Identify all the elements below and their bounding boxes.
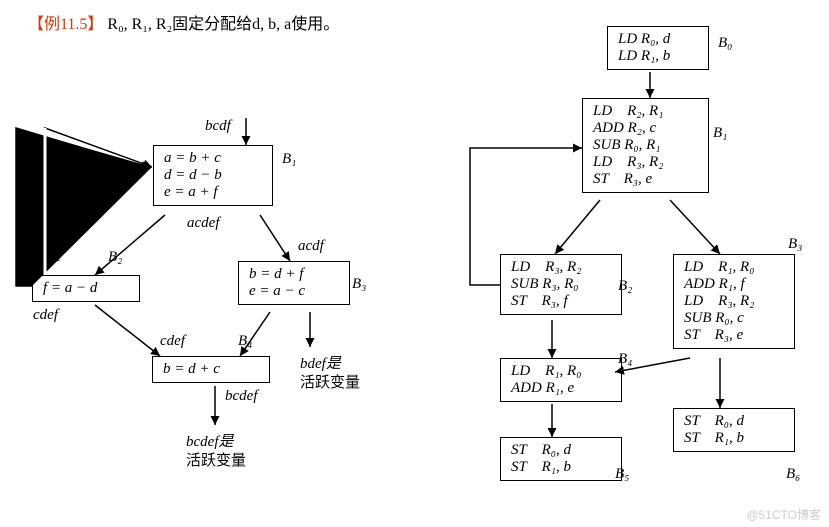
l: LD R₁, R₀ (511, 363, 611, 380)
l: ST R₀, d (684, 413, 784, 430)
left-b2-label: B₂ (108, 249, 122, 266)
l: ST R₀, d (511, 442, 611, 459)
right-b4-label: B₄ (618, 351, 632, 368)
right-b6-label: B₆ (786, 466, 800, 483)
l: ADD R₁, f (684, 276, 784, 293)
l: LD R₃, R₂ (593, 154, 698, 171)
t: bcdef是 (186, 434, 233, 450)
l: LD R₂, R₁ (593, 103, 698, 120)
right-b2-box: LD R₃, R₂ SUB R₃, R₀ ST R₃, f (500, 254, 622, 315)
right-b3-box: LD R₁, R₀ ADD R₁, f LD R₃, R₂ SUB R₀, c … (673, 254, 795, 349)
l: SUB R₀, c (684, 310, 784, 327)
right-b5-label: B₅ (615, 466, 629, 483)
right-b6-box: ST R₀, d ST R₁, b (673, 408, 795, 452)
l: a = b + c (164, 150, 262, 167)
l: ADD R₁, e (511, 380, 611, 397)
left-b2-box: f = a − d (32, 275, 140, 302)
left-b4-out-c: 活跃变量 (186, 449, 246, 470)
right-b4-box: LD R₁, R₀ ADD R₁, e (500, 358, 622, 402)
example-title: 【例11.5】 R₀, R₁, R₂固定分配给d, b, a使用。 (28, 10, 339, 34)
left-b3-label: B₃ (352, 276, 366, 293)
left-b1-box: a = b + c d = d − b e = a + f (153, 145, 273, 206)
right-b2-label: B₂ (618, 278, 632, 295)
l: b = d + c (163, 361, 259, 378)
left-b4-box: b = d + c (152, 356, 270, 383)
l: SUB R₀, R₁ (593, 137, 698, 154)
l: LD R₁, b (618, 48, 698, 65)
l: d = d − b (164, 167, 262, 184)
left-b1-out: acdef (187, 215, 219, 232)
l: ST R₃, f (511, 293, 611, 310)
l: b = d + f (249, 266, 339, 283)
title-prefix: 【例11.5】 (28, 16, 103, 33)
l: ADD R₂, c (593, 120, 698, 137)
l: e = a + f (164, 184, 262, 201)
watermark: @51CTO博客 (746, 506, 821, 523)
left-b4-label: B₄ (238, 333, 252, 350)
l: LD R₁, R₀ (684, 259, 784, 276)
left-b4-in: cdef (160, 333, 185, 350)
l: ST R₃, e (684, 327, 784, 344)
left-b2-out: cdef (33, 307, 58, 324)
l: f = a − d (43, 280, 129, 297)
t: bdef是 (300, 356, 341, 372)
l: ST R₁, b (511, 459, 611, 476)
l: ST R₁, b (684, 430, 784, 447)
l: e = a − c (249, 283, 339, 300)
right-b1-label: B₁ (713, 125, 727, 142)
l: ST R₃, e (593, 171, 698, 188)
left-b3-out-a: bdef是 (300, 352, 341, 373)
right-b3-label: B₃ (788, 236, 802, 253)
right-b0-box: LD R₀, d LD R₁, b (607, 26, 709, 70)
left-b1-label: B₁ (282, 151, 296, 168)
left-b3-box: b = d + f e = a − c (238, 261, 350, 305)
right-b5-box: ST R₀, d ST R₁, b (500, 437, 622, 481)
l: SUB R₃, R₀ (511, 276, 611, 293)
right-b0-label: B₀ (718, 35, 732, 52)
left-b3-in: acdf (298, 238, 324, 255)
left-b2-in: acde (33, 249, 61, 266)
left-b4-out-a: bcdef (225, 388, 257, 405)
l: LD R₃, R₂ (684, 293, 784, 310)
right-b1-box: LD R₂, R₁ ADD R₂, c SUB R₀, R₁ LD R₃, R₂… (582, 98, 709, 193)
left-b1-in: bcdf (205, 118, 231, 135)
title-body: R₀, R₁, R₂固定分配给d, b, a使用。 (107, 16, 339, 33)
left-b3-out-b: 活跃变量 (300, 371, 360, 392)
left-b4-out-b: bcdef是 (186, 430, 233, 451)
l: LD R₀, d (618, 31, 698, 48)
l: LD R₃, R₂ (511, 259, 611, 276)
